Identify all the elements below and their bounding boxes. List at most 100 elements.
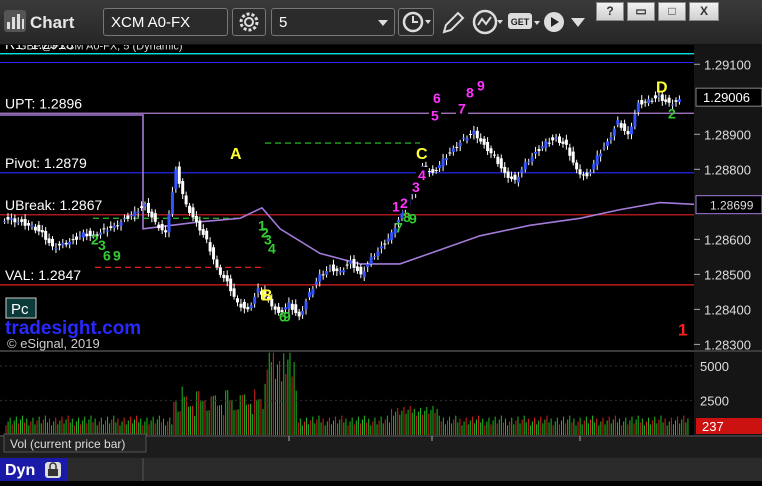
count-label-green: 2 (668, 106, 676, 122)
lock-icon[interactable] (45, 462, 61, 478)
candle-body (301, 311, 305, 315)
price-axis-label: 1.28600 (704, 232, 751, 247)
level-label-ubreak: UBreak: 1.2867 (5, 197, 102, 213)
candle-body (33, 226, 37, 231)
candle-body (677, 99, 681, 102)
candle-body (119, 222, 123, 226)
candle-body (242, 301, 246, 309)
candle-body (496, 156, 500, 164)
candle-body (571, 151, 575, 163)
candle-body (75, 236, 79, 240)
symbol-selector[interactable]: XCM A0-FX (103, 8, 228, 36)
candle-body (136, 211, 140, 213)
candle-body (335, 268, 339, 272)
candle-body (246, 307, 250, 310)
candle-body (352, 258, 356, 268)
copyright-label: © eSignal, 2019 (7, 336, 100, 351)
status-bar (0, 458, 762, 481)
candle-body (626, 131, 630, 135)
help-button[interactable]: ? (596, 2, 624, 21)
more-icon[interactable] (568, 13, 588, 33)
candle-body (575, 162, 579, 170)
candle-body (229, 278, 233, 292)
play-icon[interactable] (543, 11, 565, 33)
candle-body (307, 291, 311, 298)
candle-body (451, 148, 455, 152)
settings-button[interactable] (232, 8, 266, 36)
candle-body (153, 213, 157, 222)
candle-body (215, 259, 219, 268)
candle-body (112, 225, 116, 228)
candle-body (633, 114, 637, 127)
volume-plot-background (0, 352, 694, 435)
price-axis-label: 1.28300 (704, 337, 751, 352)
candle-body (427, 170, 431, 172)
chevron-down-icon (378, 20, 388, 26)
candle-body (150, 211, 154, 218)
study-icon[interactable] (472, 9, 504, 35)
annotation-c: C (416, 146, 428, 163)
candle-body (311, 288, 315, 295)
candle-body (544, 141, 548, 148)
candle-body (328, 267, 332, 269)
time-button[interactable] (398, 8, 434, 36)
maximize-button[interactable]: □ (658, 2, 686, 21)
candle-body (438, 164, 442, 169)
candle-body (386, 238, 390, 242)
candle-body (431, 169, 435, 173)
candle-body (321, 274, 325, 276)
minimize-button[interactable]: ▭ (627, 2, 655, 21)
candle-body (109, 226, 113, 228)
candle-body (37, 224, 41, 232)
candle-body (647, 99, 651, 104)
candle-body (157, 224, 161, 229)
candle-body (30, 225, 34, 227)
candle-body (218, 267, 222, 275)
candle-body (325, 271, 329, 275)
price-axis-label: 1.28900 (704, 127, 751, 142)
close-button[interactable]: X (689, 2, 719, 21)
candle-body (578, 169, 582, 175)
candle-body (304, 301, 308, 310)
candle-body (249, 305, 253, 308)
candle-body (71, 239, 75, 241)
price-axis-label: 1.28500 (704, 267, 751, 282)
candle-body (188, 205, 192, 213)
candle-body (349, 260, 353, 264)
candle-body (44, 230, 48, 240)
candle-body (208, 242, 212, 252)
candle-body (6, 216, 10, 220)
candle-body (40, 230, 44, 233)
candle-body (558, 136, 562, 143)
red-marker-label: 1 (678, 321, 687, 340)
candle-body (61, 242, 65, 246)
pc-button-label: Pc (11, 301, 29, 318)
price-chart[interactable]: 123456789101123691234697892ABCD1 1.29100… (0, 28, 762, 481)
candle-body (146, 202, 150, 213)
candle-body (448, 152, 452, 154)
candle-body (616, 120, 620, 125)
candle-body (47, 238, 51, 244)
pencil-icon[interactable] (440, 10, 466, 36)
candle-body (629, 126, 633, 135)
interval-selector[interactable]: 5 (271, 8, 395, 36)
svg-text:GET: GET (511, 17, 530, 27)
candle-body (582, 174, 586, 176)
count-label-magenta: 7 (458, 100, 466, 116)
candle-body (373, 256, 377, 258)
candle-body (513, 174, 517, 180)
candle-body (530, 156, 534, 162)
get-data-icon[interactable]: GET (507, 11, 541, 35)
candle-body (599, 153, 603, 157)
candle-body (81, 232, 85, 238)
candle-body (475, 130, 479, 139)
candle-body (516, 176, 520, 183)
candle-body (640, 99, 644, 105)
candle-body (174, 169, 178, 189)
ma-price-label: 1.28699 (710, 199, 754, 213)
volume-current-label: 237 (702, 419, 724, 434)
candle-body (609, 137, 613, 140)
candle-body (619, 123, 623, 128)
chart-area[interactable]: 123456789101123691234697892ABCD1 1.29100… (0, 28, 762, 481)
volume-axis-label: 5000 (700, 359, 729, 374)
